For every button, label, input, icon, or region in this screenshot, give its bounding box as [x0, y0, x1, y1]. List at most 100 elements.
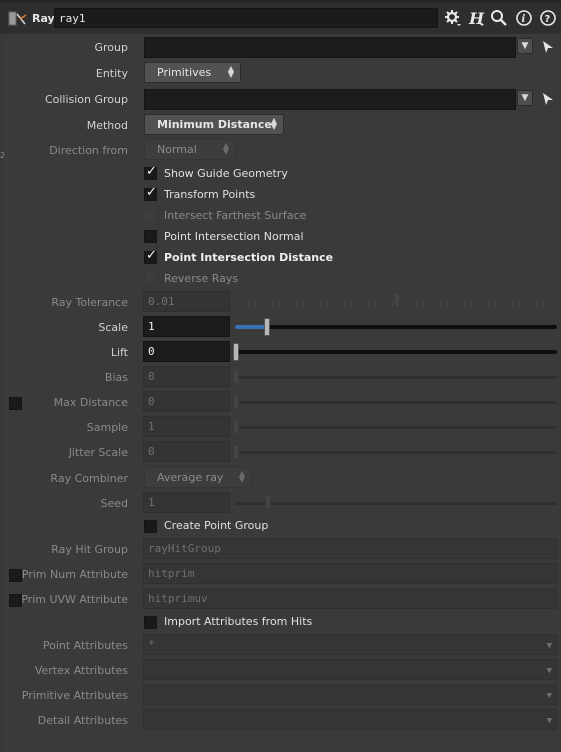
scale-slider-handle[interactable]	[264, 318, 271, 336]
reverse-rays-checkbox[interactable]	[144, 272, 157, 285]
point-attributes-label: Point Attributes	[42, 639, 128, 652]
bias-label: Bias	[104, 371, 128, 384]
direction-from-value: Normal	[157, 143, 197, 156]
ray-combiner-label: Ray Combiner	[50, 472, 128, 485]
max-distance-slider-handle[interactable]	[233, 395, 239, 409]
selection-arrow-icon[interactable]	[541, 40, 555, 54]
lift-slider-track[interactable]	[235, 350, 557, 354]
updown-arrow-icon: ▲ ▼	[222, 141, 229, 156]
seed-slider-track[interactable]	[235, 502, 557, 505]
primitive-attributes-field[interactable]: ▼	[143, 684, 557, 705]
checkmark-icon: ✓	[146, 164, 157, 179]
collision-group-label: Collision Group	[44, 93, 128, 106]
prim-uvw-attribute-label: Prim UVW Attribute	[21, 593, 128, 606]
seed-slider-handle[interactable]	[265, 495, 271, 509]
vertex-attributes-field[interactable]: ▼	[143, 659, 557, 680]
intersect-farthest-checkbox[interactable]	[144, 209, 157, 222]
max-distance-slider-track[interactable]	[235, 401, 557, 404]
ray-combiner-value: Average ray	[157, 471, 224, 484]
lift-slider-handle[interactable]	[233, 343, 239, 361]
sample-field[interactable]: 1	[143, 416, 230, 437]
transform-points-checkbox[interactable]: ✓	[144, 185, 157, 201]
updown-arrow-icon: ▲ ▼	[227, 64, 234, 79]
sample-slider-handle[interactable]	[233, 420, 239, 434]
scale-slider-fill	[235, 325, 268, 329]
primitive-attributes-label: Primitive Attributes	[21, 689, 128, 702]
jitter-scale-label: Jitter Scale	[68, 446, 128, 459]
show-guide-checkbox[interactable]: ✓	[144, 164, 157, 180]
svg-text:?: ?	[545, 14, 551, 25]
entity-label: Entity	[95, 67, 128, 80]
chevron-down-icon[interactable]: ▼	[547, 687, 552, 706]
lift-field[interactable]: 0	[143, 341, 230, 362]
method-dropdown[interactable]: Minimum Distance ▲ ▼	[144, 114, 284, 135]
entity-dropdown[interactable]: Primitives ▲ ▼	[144, 62, 241, 83]
import-attributes-label: Import Attributes from Hits	[164, 615, 313, 628]
method-label: Method	[86, 119, 128, 132]
seed-label: Seed	[100, 497, 129, 510]
show-guide-label: Show Guide Geometry	[164, 167, 288, 180]
checkmark-icon: ✓	[146, 185, 157, 200]
lift-label: Lift	[110, 346, 128, 359]
detail-attributes-field[interactable]: ▼	[143, 709, 557, 730]
group-label: Group	[94, 41, 129, 54]
point-intersection-normal-checkbox[interactable]	[144, 230, 157, 243]
jitter-scale-field[interactable]: 0	[143, 441, 230, 462]
jitter-scale-slider-handle[interactable]	[233, 445, 239, 459]
ray-node-icon[interactable]	[8, 10, 28, 28]
point-attributes-field[interactable]: * ▼	[143, 634, 557, 655]
scale-label: Scale	[98, 321, 128, 334]
collision-group-field[interactable]	[144, 89, 516, 110]
method-value: Minimum Distance	[157, 118, 272, 131]
bias-slider-track[interactable]	[235, 376, 557, 379]
seed-field[interactable]: 1	[143, 492, 230, 513]
scale-field[interactable]: 1	[143, 316, 230, 337]
import-attributes-checkbox[interactable]	[144, 616, 157, 629]
create-point-group-checkbox[interactable]	[144, 520, 157, 533]
point-intersection-normal-label: Point Intersection Normal	[164, 230, 304, 243]
prim-uvw-attribute-field[interactable]: hitprimuv	[143, 588, 557, 609]
max-distance-field[interactable]: 0	[143, 391, 230, 412]
group-menu-chevron-icon[interactable]: ▼	[517, 38, 533, 54]
point-intersection-distance-label: Point Intersection Distance	[164, 251, 334, 264]
updown-arrow-icon: ▲ ▼	[238, 469, 245, 484]
max-distance-label: Max Distance	[53, 396, 128, 409]
ray-hit-group-field[interactable]: rayHitGroup	[143, 538, 557, 559]
sample-slider-track[interactable]	[235, 426, 557, 429]
bias-slider-handle[interactable]	[233, 370, 239, 384]
prim-num-attribute-field[interactable]: hitprim	[143, 563, 557, 584]
selection-arrow-icon[interactable]	[541, 92, 555, 106]
node-type-label: Ray	[32, 12, 55, 25]
chevron-down-icon[interactable]: ▼	[547, 712, 552, 731]
scale-slider-track[interactable]	[235, 325, 557, 329]
svg-text:i: i	[522, 14, 526, 25]
ray-tolerance-field[interactable]: 0.01	[143, 291, 230, 312]
direction-from-dropdown[interactable]: Normal ▲ ▼	[144, 139, 236, 160]
bias-field[interactable]: 0	[143, 366, 230, 387]
create-point-group-label: Create Point Group	[164, 519, 269, 532]
question-icon[interactable]: ?	[539, 9, 557, 27]
reverse-rays-label: Reverse Rays	[164, 272, 239, 285]
ray-tolerance-label: Ray Tolerance	[51, 296, 128, 309]
updown-arrow-icon: ▲ ▼	[270, 116, 277, 131]
intersect-farthest-label: Intersect Farthest Surface	[164, 209, 307, 222]
parameter-header: Ray ray1 H i ?	[0, 0, 561, 34]
help-h-icon[interactable]: H	[467, 9, 485, 27]
search-icon[interactable]	[490, 9, 508, 27]
ray-combiner-dropdown[interactable]: Average ray ▲ ▼	[144, 467, 252, 488]
header-top-border	[0, 0, 561, 3]
node-name-field[interactable]: ray1	[54, 8, 438, 28]
detail-attributes-label: Detail Attributes	[37, 714, 128, 727]
chevron-down-icon[interactable]: ▼	[547, 637, 552, 656]
ray-tolerance-slider-handle[interactable]	[394, 293, 400, 307]
chevron-down-icon[interactable]: ▼	[547, 662, 552, 681]
gear-icon[interactable]	[444, 9, 462, 27]
point-attributes-value: *	[148, 638, 155, 651]
point-intersection-distance-checkbox[interactable]: ✓	[144, 249, 157, 264]
direction-from-label: Direction from	[49, 144, 128, 157]
jitter-scale-slider-track[interactable]	[235, 451, 557, 454]
prim-num-attribute-label: Prim Num Attribute	[21, 568, 128, 581]
group-field[interactable]	[144, 37, 516, 58]
info-icon[interactable]: i	[515, 9, 533, 27]
collision-group-menu-chevron-icon[interactable]: ▼	[517, 90, 533, 106]
